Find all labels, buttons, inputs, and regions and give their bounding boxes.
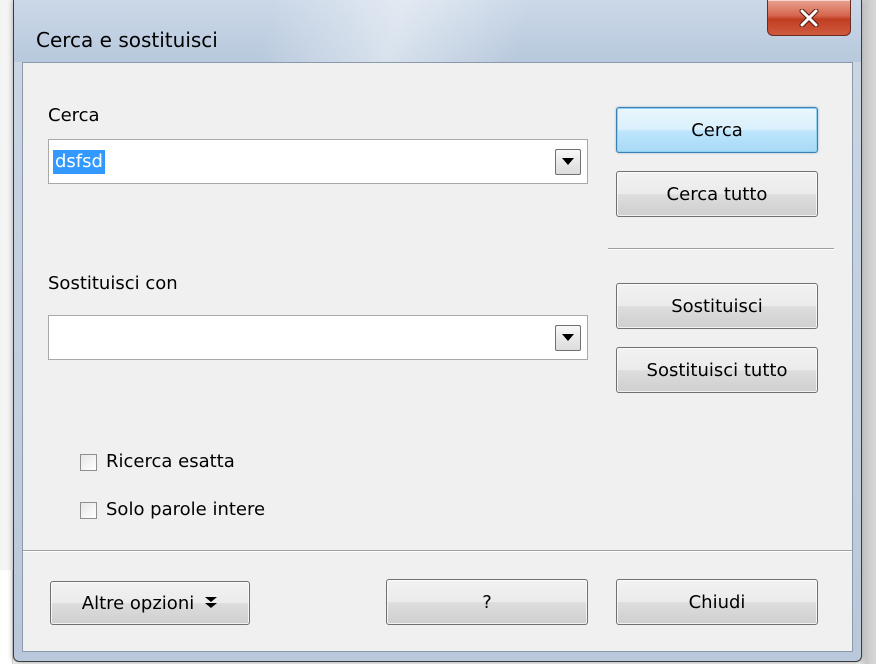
replace-all-button[interactable]: Sostituisci tutto [616,347,818,393]
dropdown-arrow-icon [562,158,574,165]
find-replace-dialog: Cerca e sostituisci Cerca dsfsd Cerca Ce… [13,0,862,662]
whole-words-label: Solo parole intere [106,499,266,520]
match-case-checkbox[interactable] [80,453,97,471]
replace-combobox[interactable] [48,315,588,360]
whole-words-option[interactable]: Solo parole intere [80,499,265,521]
match-case-label: Ricerca esatta [106,451,235,472]
window-title: Cerca e sostituisci [36,28,218,52]
section-divider [608,248,834,250]
search-input-selected-text[interactable]: dsfsd [53,150,105,174]
dialog-body: Cerca dsfsd Cerca Cerca tutto Sostituisc… [22,62,853,652]
help-button[interactable]: ? [386,579,588,625]
double-chevron-down-icon [205,597,218,608]
dropdown-arrow-icon [562,334,574,341]
find-all-button[interactable]: Cerca tutto [616,171,818,217]
title-bar[interactable]: Cerca e sostituisci [14,0,861,62]
close-window-button[interactable] [767,0,851,36]
search-combobox[interactable]: dsfsd [48,139,588,184]
close-button[interactable]: Chiudi [616,579,818,625]
search-label: Cerca [48,105,100,126]
more-options-label: Altre opzioni [81,592,195,614]
replace-button[interactable]: Sostituisci [616,283,818,329]
whole-words-checkbox[interactable] [80,501,97,519]
close-icon [799,8,819,27]
background-strip [0,570,13,664]
background-strip [860,0,876,664]
replace-label: Sostituisci con [48,273,178,294]
replace-input[interactable] [49,316,557,359]
match-case-option[interactable]: Ricerca esatta [80,451,235,473]
replace-dropdown-button[interactable] [555,325,581,351]
search-dropdown-button[interactable] [555,149,581,175]
footer-divider [23,550,852,552]
more-options-button[interactable]: Altre opzioni [50,581,250,625]
find-button[interactable]: Cerca [616,107,818,153]
